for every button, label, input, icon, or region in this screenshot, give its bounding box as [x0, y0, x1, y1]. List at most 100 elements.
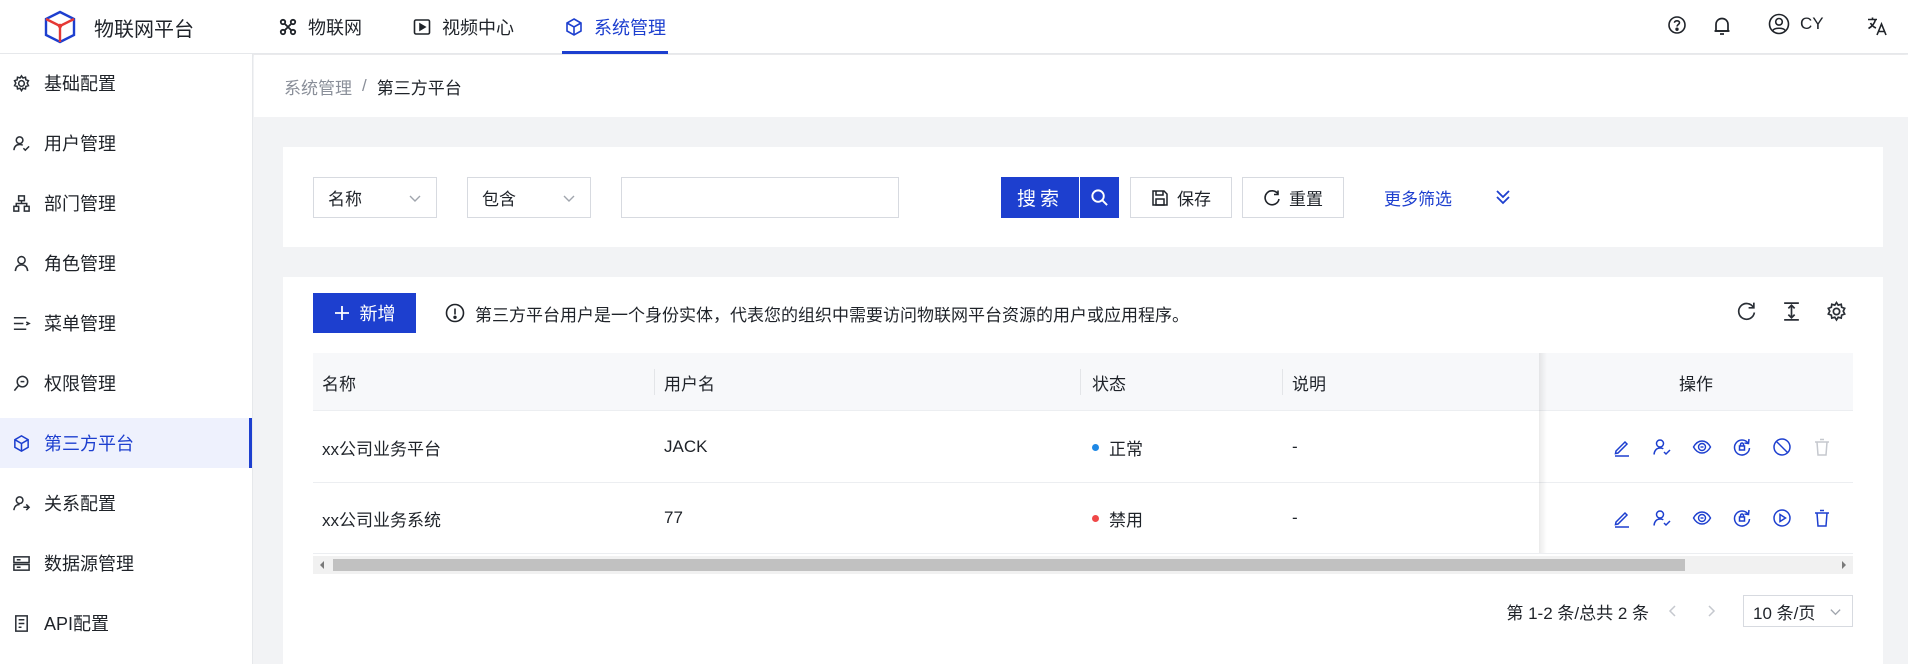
- sidebar-item-label: 第三方平台: [44, 434, 134, 454]
- pagination: 第 1-2 条/总共 2 条 10 条/页: [1506, 595, 1853, 627]
- video-icon: [413, 19, 431, 35]
- sidebar-item-user-management[interactable]: 用户管理: [0, 118, 252, 168]
- sidebar-item-basic-config[interactable]: 基础配置: [0, 58, 252, 108]
- tab-system-management[interactable]: 系统管理: [562, 0, 668, 54]
- menu-list-icon: [13, 316, 31, 330]
- api-view-icon[interactable]: [1692, 437, 1712, 457]
- table-row: xx公司业务平台 JACK 正常 -: [313, 412, 1853, 483]
- role-icon: [14, 255, 29, 271]
- edit-icon[interactable]: [1612, 508, 1632, 528]
- column-header-name: 名称: [322, 374, 356, 394]
- sidebar-item-label: 权限管理: [44, 374, 116, 394]
- sidebar-item-permission-management[interactable]: 权限管理: [0, 358, 252, 408]
- scrollbar-thumb[interactable]: [333, 559, 1685, 571]
- notice-text: 第三方平台用户是一个身份实体，代表您的组织中需要访问物联网平台资源的用户或应用程…: [475, 305, 1189, 325]
- horizontal-scrollbar[interactable]: [313, 556, 1853, 574]
- cube-logo-icon: [44, 10, 76, 44]
- prev-page-icon[interactable]: [1665, 603, 1681, 619]
- iot-icon: [279, 18, 297, 36]
- delete-icon: [1815, 438, 1829, 456]
- assign-user-icon[interactable]: [1652, 437, 1672, 457]
- data-panel: 新增 第三方平台用户是一个身份实体，代表您的组织中需要访问物联网平台资源的用户或…: [283, 277, 1883, 664]
- sidebar-item-api-config[interactable]: API配置: [0, 598, 252, 648]
- translate-icon[interactable]: [1866, 15, 1888, 37]
- cell-description: -: [1292, 437, 1298, 456]
- tab-iot[interactable]: 物联网: [276, 0, 364, 54]
- enable-icon[interactable]: [1772, 508, 1792, 528]
- status-text: 禁用: [1109, 510, 1143, 530]
- column-height-icon[interactable]: [1781, 301, 1802, 322]
- reset-secret-icon[interactable]: [1732, 508, 1752, 528]
- user-name: CY: [1800, 14, 1824, 33]
- cell-description: -: [1292, 508, 1298, 527]
- cell-name: xx公司业务平台: [322, 439, 441, 459]
- filter-operator-select[interactable]: 包含: [467, 177, 591, 218]
- status-text: 正常: [1109, 439, 1143, 459]
- save-button[interactable]: 保存: [1130, 177, 1232, 218]
- search-button[interactable]: 搜索: [1001, 177, 1079, 218]
- assign-user-icon[interactable]: [1652, 508, 1672, 528]
- bell-icon[interactable]: [1712, 15, 1732, 37]
- sidebar-item-relation-config[interactable]: 关系配置: [0, 478, 252, 528]
- disable-icon[interactable]: [1772, 437, 1792, 457]
- add-button[interactable]: 新增: [313, 293, 416, 333]
- column-header-actions: 操作: [1679, 374, 1713, 394]
- breadcrumb: 系统管理 / 第三方平台: [254, 55, 1908, 117]
- cell-name: xx公司业务系统: [322, 510, 441, 530]
- brand[interactable]: 物联网平台: [40, 8, 194, 46]
- cell-username: JACK: [664, 437, 708, 456]
- filter-operator-value: 包含: [482, 190, 516, 209]
- page-size-select[interactable]: 10 条/页: [1743, 595, 1853, 627]
- filter-panel: 名称 包含 搜索 保存 重置 更多筛选: [283, 147, 1883, 247]
- scroll-left-arrow-icon[interactable]: [317, 560, 327, 570]
- sidebar-item-label: 关系配置: [44, 494, 116, 514]
- table-header: 名称 用户名 状态 说明 操作: [313, 353, 1853, 411]
- table-tools: [1736, 301, 1847, 322]
- sidebar-item-label: API配置: [44, 614, 110, 634]
- sidebar-item-datasource-management[interactable]: 数据源管理: [0, 538, 252, 588]
- add-label: 新增: [359, 304, 396, 324]
- permission-icon: [13, 375, 29, 391]
- sidebar-item-label: 数据源管理: [44, 554, 134, 574]
- delete-icon[interactable]: [1812, 508, 1832, 528]
- breadcrumb-parent[interactable]: 系统管理: [284, 74, 352, 99]
- reset-label: 重置: [1289, 190, 1323, 209]
- user-menu[interactable]: CY: [1768, 13, 1824, 35]
- scroll-right-arrow-icon[interactable]: [1839, 560, 1849, 570]
- sidebar-item-label: 用户管理: [44, 134, 116, 154]
- filter-field-select[interactable]: 名称: [313, 177, 437, 218]
- chevron-down-icon: [1830, 609, 1841, 616]
- sidebar-item-label: 基础配置: [44, 74, 116, 94]
- search-icon-button[interactable]: [1080, 177, 1119, 218]
- help-icon[interactable]: [1667, 15, 1687, 35]
- column-divider: [1282, 369, 1283, 395]
- row-actions: [1612, 483, 1832, 553]
- sidebar: 基础配置 用户管理 部门管理 角色管理 菜单管理 权限管理 第三方平台 关系配置…: [0, 54, 253, 664]
- sidebar-item-third-party-platform[interactable]: 第三方平台: [0, 418, 252, 468]
- next-page-icon[interactable]: [1703, 603, 1719, 619]
- double-chevron-down-icon[interactable]: [1493, 187, 1513, 207]
- column-divider: [654, 369, 655, 395]
- edit-icon[interactable]: [1612, 437, 1632, 457]
- refresh-icon[interactable]: [1736, 301, 1757, 322]
- document-icon: [15, 614, 28, 632]
- tab-video-center[interactable]: 视频中心: [410, 0, 516, 54]
- top-header: 物联网平台 物联网 视频中心 系统管理 CY: [0, 0, 1908, 54]
- cell-username: 77: [664, 508, 683, 527]
- sidebar-item-role-management[interactable]: 角色管理: [0, 238, 252, 288]
- sidebar-item-department-management[interactable]: 部门管理: [0, 178, 252, 228]
- reset-button[interactable]: 重置: [1242, 177, 1344, 218]
- app-name: 物联网平台: [94, 18, 194, 41]
- reset-secret-icon[interactable]: [1732, 437, 1752, 457]
- keyword-input[interactable]: [621, 177, 899, 218]
- server-icon: [13, 555, 30, 571]
- more-filters-link[interactable]: 更多筛选: [1384, 177, 1452, 218]
- reset-icon: [1264, 189, 1280, 206]
- settings-icon[interactable]: [1826, 301, 1847, 322]
- column-header-description: 说明: [1292, 374, 1326, 394]
- sidebar-item-label: 菜单管理: [44, 314, 116, 334]
- sidebar-item-menu-management[interactable]: 菜单管理: [0, 298, 252, 348]
- breadcrumb-current: 第三方平台: [376, 78, 462, 98]
- api-view-icon[interactable]: [1692, 508, 1712, 528]
- plus-icon: [334, 306, 349, 320]
